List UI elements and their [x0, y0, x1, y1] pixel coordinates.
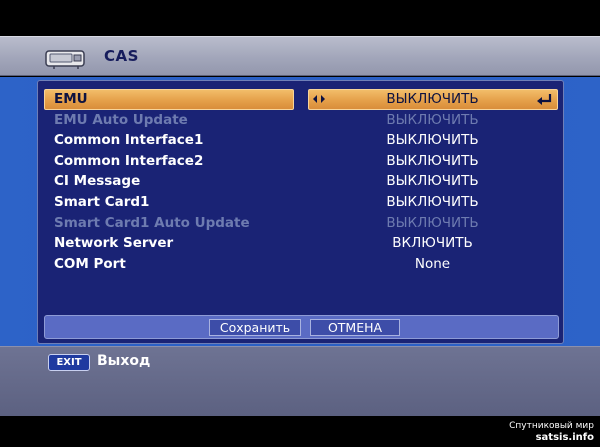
- cas-module-icon: [45, 50, 85, 69]
- setting-label: Smart Card1 Auto Update: [54, 214, 250, 231]
- setting-value[interactable]: ВЫКЛЮЧИТЬ: [310, 153, 555, 169]
- setting-value[interactable]: ВЫКЛЮЧИТЬ: [310, 194, 555, 210]
- save-button[interactable]: Сохранить: [209, 319, 301, 336]
- setting-label: Common Interface2: [54, 152, 204, 169]
- setting-label: EMU: [54, 91, 88, 107]
- page-title: CAS: [104, 47, 139, 65]
- setting-value: ВЫКЛЮЧИТЬ: [386, 111, 479, 128]
- header-bar: CAS: [0, 36, 600, 76]
- setting-label: EMU Auto Update: [54, 111, 188, 128]
- setting-value[interactable]: ВКЛЮЧИТЬ: [310, 235, 555, 251]
- watermark: Спутниковый мир satsis.info: [509, 420, 594, 444]
- setting-label: COM Port: [54, 255, 126, 272]
- settings-panel: EMU ВЫКЛЮЧИТЬ EMU Auto Update ВЫКЛЮЧИТЬ Comm…: [37, 80, 564, 344]
- setting-row[interactable]: Smart Card1 ВЫКЛЮЧИТЬ: [38, 192, 563, 213]
- setting-value[interactable]: None: [310, 256, 555, 272]
- tv-screen: CAS EMU ВЫКЛЮЧИТЬ EMU Auto Update ВЫКЛЮЧИТЬ…: [0, 0, 600, 447]
- setting-label: CI Message: [54, 173, 141, 190]
- cancel-button[interactable]: ОТМЕНА: [310, 319, 400, 336]
- setting-row[interactable]: Network Server ВКЛЮЧИТЬ: [38, 233, 563, 254]
- setting-value[interactable]: ВЫКЛЮЧИТЬ: [310, 132, 555, 148]
- setting-label: Network Server: [54, 235, 174, 252]
- setting-label: Smart Card1: [54, 194, 150, 210]
- setting-row[interactable]: Common Interface1 ВЫКЛЮЧИТЬ: [38, 130, 563, 151]
- button-bar: Сохранить ОТМЕНА: [44, 315, 559, 339]
- setting-row[interactable]: CI Message ВЫКЛЮЧИТЬ: [38, 171, 563, 192]
- setting-row[interactable]: EMU ВЫКЛЮЧИТЬ: [38, 89, 563, 110]
- exit-label: Выход: [97, 353, 151, 369]
- setting-row: Smart Card1 Auto Update ВЫКЛЮЧИТЬ: [38, 213, 563, 234]
- setting-row[interactable]: Common Interface2 ВЫКЛЮЧИТЬ: [38, 151, 563, 172]
- watermark-line1: Спутниковый мир: [509, 421, 594, 431]
- exit-key-icon[interactable]: EXIT: [48, 354, 90, 371]
- setting-label: Common Interface1: [54, 132, 204, 149]
- footer-bar: EXIT Выход: [0, 346, 600, 416]
- setting-value[interactable]: ВЫКЛЮЧИТЬ: [310, 91, 555, 107]
- watermark-line2: satsis.info: [535, 432, 594, 443]
- enter-icon[interactable]: [536, 93, 552, 106]
- setting-row[interactable]: COM Port None: [38, 254, 563, 275]
- setting-value: ВЫКЛЮЧИТЬ: [386, 214, 479, 231]
- left-right-arrows-icon[interactable]: [313, 94, 325, 104]
- setting-value[interactable]: ВЫКЛЮЧИТЬ: [310, 173, 555, 189]
- setting-row: EMU Auto Update ВЫКЛЮЧИТЬ: [38, 110, 563, 131]
